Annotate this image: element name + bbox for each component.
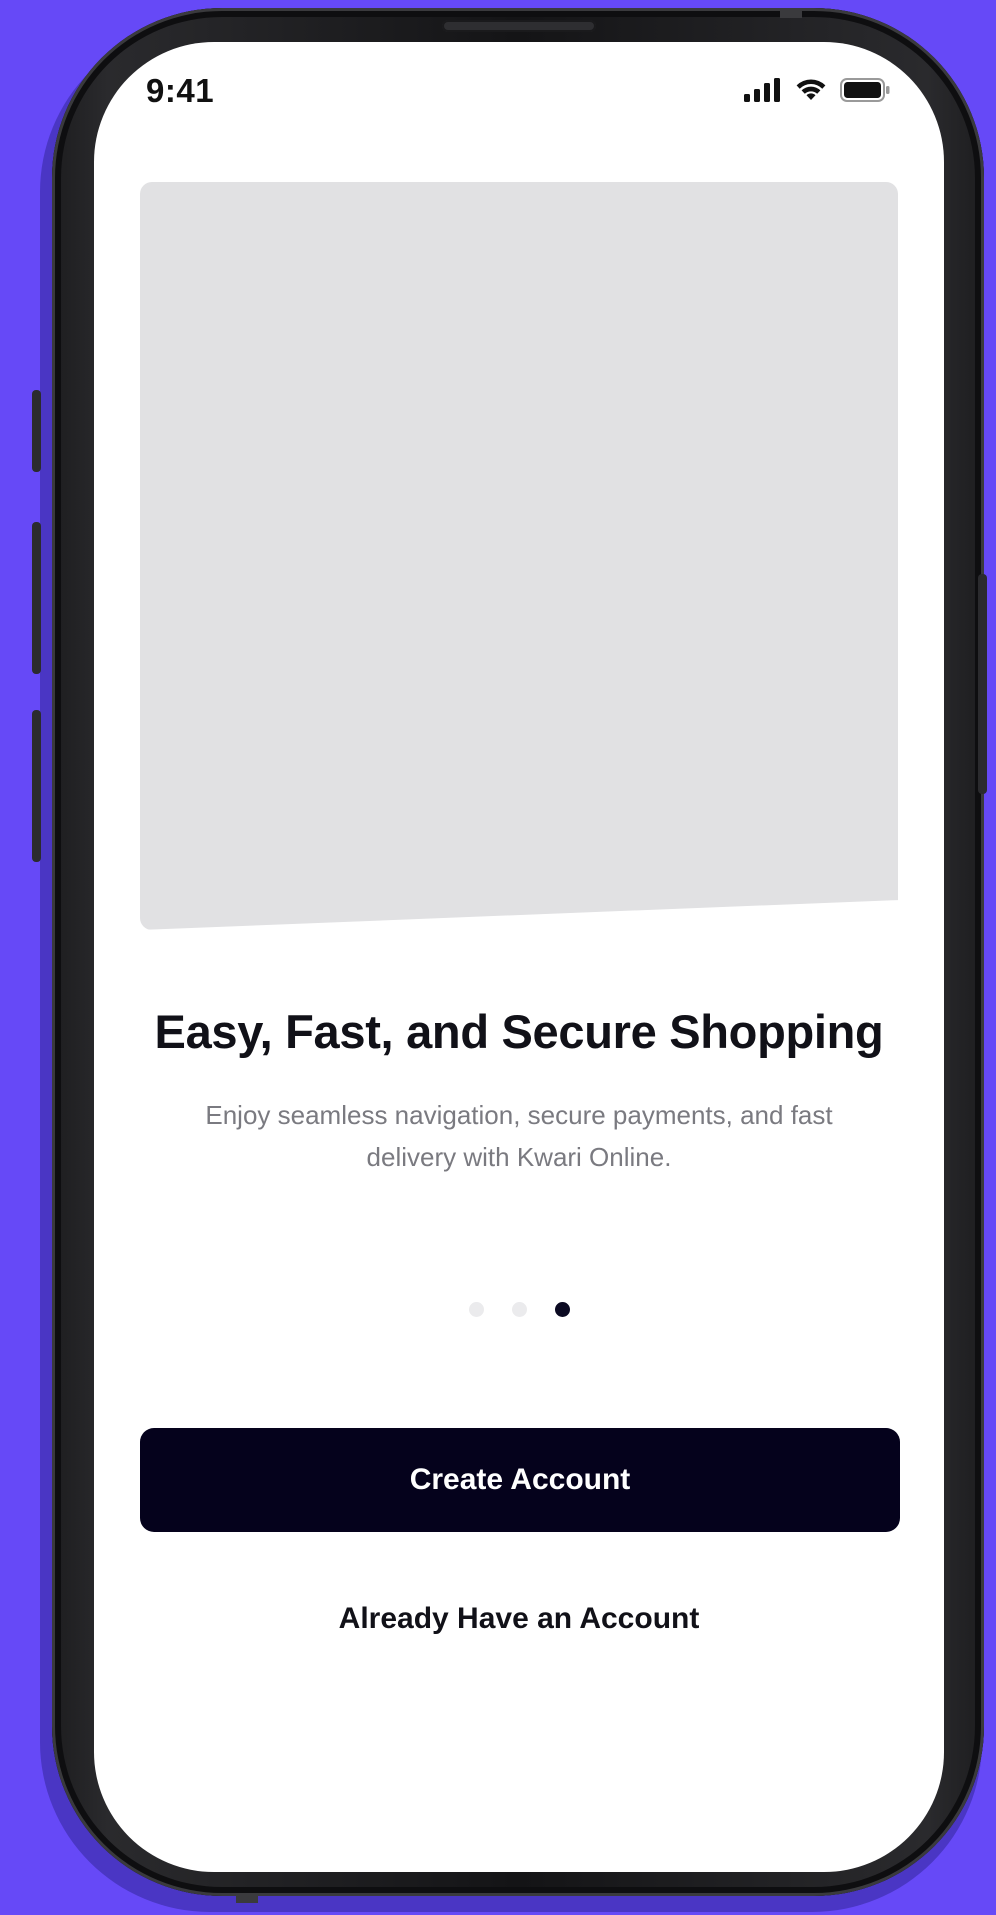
page-dot-3-active[interactable] [554,1302,570,1317]
mute-switch [32,390,41,472]
page-dot-2[interactable] [511,1302,527,1317]
already-have-account-link[interactable]: Already Have an Account [94,1602,944,1636]
wifi-icon [794,78,828,102]
cellular-signal-icon [744,78,782,102]
status-icons [744,78,890,102]
battery-icon [840,78,890,102]
onboarding-title: Easy, Fast, and Secure Shopping [154,1005,884,1058]
frame-antenna-band [780,8,802,18]
create-account-button[interactable]: Create Account [140,1428,900,1532]
page-indicator [94,1302,944,1317]
phone-screen: 9:41 Easy, Fast, and Secure Shopping Enj… [94,42,944,1872]
page-dot-1[interactable] [468,1302,484,1317]
onboarding-description: Enjoy seamless navigation, secure paymen… [205,1100,833,1172]
status-time: 9:41 [146,72,215,109]
onboarding-illustration-placeholder [140,182,898,930]
power-button [978,574,987,794]
earpiece-speaker [442,20,596,32]
frame-antenna-band [236,1893,258,1903]
volume-down-button [32,710,41,862]
volume-up-button [32,522,41,674]
